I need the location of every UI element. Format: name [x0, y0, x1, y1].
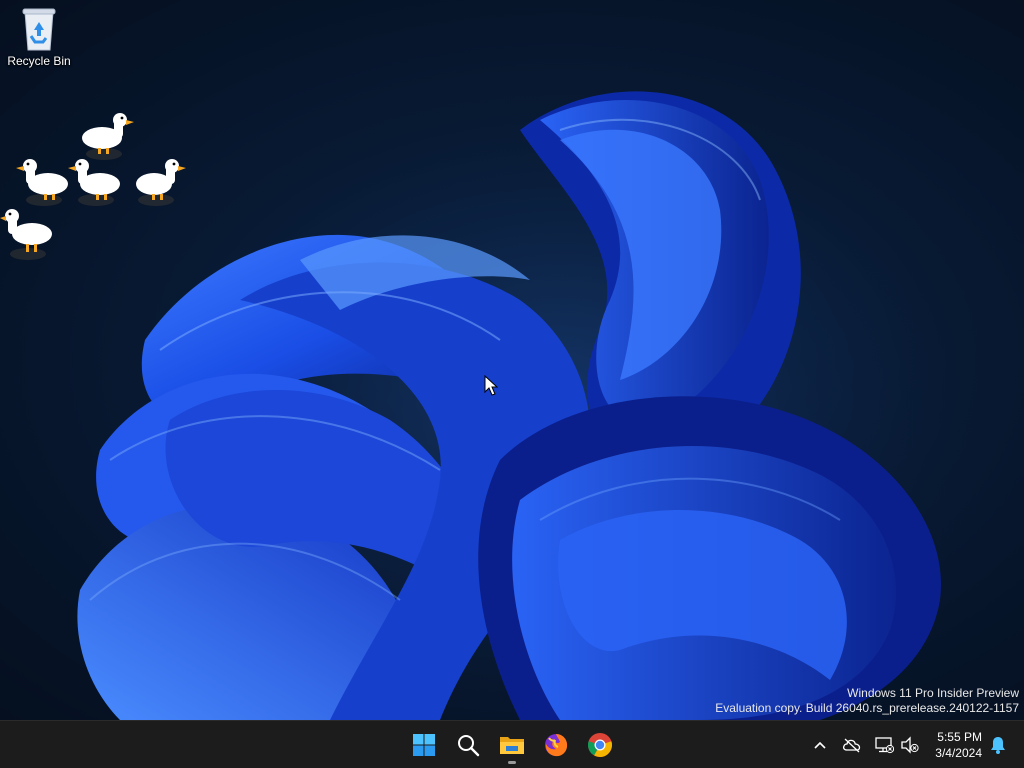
goose-sprite[interactable] [80, 110, 136, 162]
firefox-icon [545, 734, 568, 757]
network-disconnected-icon [875, 737, 894, 754]
show-hidden-icons-button[interactable] [808, 733, 832, 757]
goose-sprite[interactable] [14, 156, 70, 208]
recycle-bin-label: Recycle Bin [7, 54, 71, 68]
file-explorer-button[interactable] [492, 725, 532, 765]
start-button[interactable] [404, 725, 444, 765]
goose-sprite[interactable] [134, 156, 190, 208]
goose-sprite[interactable] [66, 156, 122, 208]
recycle-bin-icon [22, 8, 56, 51]
cloud-offline-icon [842, 738, 861, 753]
running-indicator [508, 761, 516, 764]
firefox-button[interactable] [536, 725, 576, 765]
search-icon [458, 735, 480, 757]
watermark-line2: Evaluation copy. Build 26040.rs_prerelea… [715, 701, 1019, 715]
volume-tray-button[interactable] [898, 733, 922, 757]
notifications-button[interactable] [986, 733, 1010, 757]
chevron-up-icon [814, 741, 826, 749]
mouse-pointer-icon [484, 375, 498, 396]
chrome-icon [588, 733, 612, 757]
volume-muted-icon [901, 736, 919, 754]
folder-icon [500, 737, 524, 754]
chrome-button[interactable] [580, 725, 620, 765]
bell-icon [991, 737, 1005, 754]
windows-logo-icon [413, 734, 435, 756]
recycle-bin-shortcut[interactable]: Recycle Bin [4, 6, 74, 68]
clock-button[interactable]: 5:55 PM 3/4/2024 [935, 729, 982, 761]
taskbar: 5:55 PM 3/4/2024 [0, 720, 1024, 768]
onedrive-tray-button[interactable] [840, 733, 864, 757]
clock-time: 5:55 PM [937, 730, 982, 744]
search-button[interactable] [448, 725, 488, 765]
desktop[interactable]: Recycle Bin Windows 11 Pro Insider Previ… [0, 0, 1024, 720]
goose-sprite[interactable] [0, 206, 56, 262]
watermark-line1: Windows 11 Pro Insider Preview [847, 686, 1019, 700]
clock-date: 3/4/2024 [935, 746, 982, 760]
network-tray-button[interactable] [872, 733, 896, 757]
bloom-wallpaper [77, 80, 1024, 720]
